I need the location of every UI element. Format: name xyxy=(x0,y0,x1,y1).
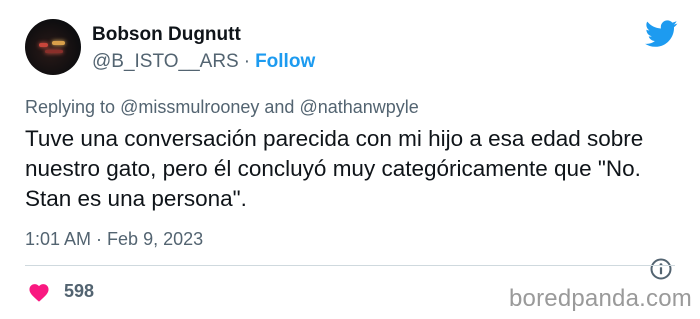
like-count[interactable]: 598 xyxy=(64,281,94,302)
tweet-time[interactable]: 1:01 AM xyxy=(25,229,91,249)
avatar-light xyxy=(39,43,48,47)
tweet-card: Bobson Dugnutt @B_ISTO__ARS · Follow Reply… xyxy=(0,0,700,319)
mention-link[interactable]: @nathanwpyle xyxy=(299,97,418,117)
avatar-light xyxy=(52,41,65,45)
time-separator: · xyxy=(96,229,103,249)
twitter-bird-icon[interactable] xyxy=(645,20,678,48)
handle-separator: · xyxy=(243,51,251,72)
watermark: boredpanda.com xyxy=(509,285,692,312)
author-display-name[interactable]: Bobson Dugnutt xyxy=(92,24,241,46)
info-icon[interactable] xyxy=(649,257,673,281)
author-handle-row: @B_ISTO__ARS · Follow xyxy=(92,51,315,73)
avatar[interactable] xyxy=(25,19,81,75)
heart-icon[interactable] xyxy=(28,282,50,302)
divider xyxy=(25,265,675,266)
tweet-text: Tuve una conversación parecida con mi hi… xyxy=(25,126,644,211)
replying-to: Replying to @missmulrooney and @nathanwp… xyxy=(25,97,419,118)
avatar-light xyxy=(45,50,63,53)
mention-link[interactable]: @missmulrooney xyxy=(120,97,259,117)
replying-prefix: Replying to xyxy=(25,97,116,117)
tweet-date[interactable]: Feb 9, 2023 xyxy=(107,229,203,249)
tweet-timestamp[interactable]: 1:01 AM · Feb 9, 2023 xyxy=(25,229,203,250)
replying-connector: and xyxy=(264,97,295,117)
author-handle[interactable]: @B_ISTO__ARS xyxy=(92,51,239,72)
follow-button[interactable]: Follow xyxy=(255,51,315,72)
